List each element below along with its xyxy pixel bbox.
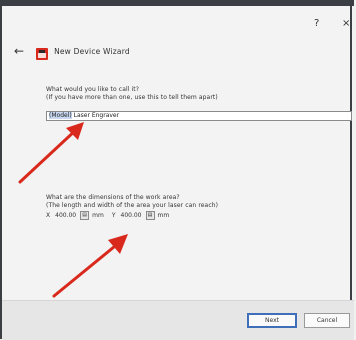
dims-hint: (The length and width of the area your l… [46, 202, 219, 209]
x-unit-select[interactable]: ▤ [80, 211, 90, 220]
wizard-header: ← New Device Wizard [14, 43, 130, 60]
wizard-window: ? × ← New Device Wizard What would you l… [0, 0, 354, 340]
x-label: X [46, 212, 51, 219]
annotation-arrow-dims [52, 234, 128, 298]
device-name-selected-text: (Model) [49, 112, 72, 119]
y-label: Y [111, 212, 116, 219]
help-button[interactable]: ? [314, 18, 319, 29]
y-unit: mm [157, 212, 170, 219]
dims-question: What are the dimensions of the work area… [46, 194, 180, 201]
y-dimension-field[interactable]: 400.00 [120, 211, 143, 220]
name-question: What would you like to call it? [46, 86, 140, 93]
window-top-edge [2, 0, 354, 6]
x-dimension-field[interactable]: 400.00 [54, 211, 77, 220]
cancel-button[interactable]: Cancel [304, 313, 350, 328]
new-device-icon [36, 45, 49, 60]
x-unit: mm [92, 212, 104, 219]
back-arrow-icon[interactable]: ← [14, 44, 24, 58]
device-name-input[interactable]: (Model) Laser Engraver [46, 111, 352, 121]
wizard-title: New Device Wizard [54, 46, 130, 56]
name-hint: (If you have more than one, use this to … [46, 94, 218, 101]
dimensions-row: X 400.00 ▤ mm Y 400.00 ▤ mm [46, 211, 169, 220]
y-unit-select[interactable]: ▤ [145, 211, 155, 220]
next-button[interactable]: Next [247, 313, 297, 328]
close-button[interactable]: × [342, 18, 350, 29]
annotation-arrow-name [18, 122, 84, 184]
wizard-footer: Next Cancel [2, 300, 354, 340]
device-name-text: Laser Engraver [71, 112, 120, 119]
